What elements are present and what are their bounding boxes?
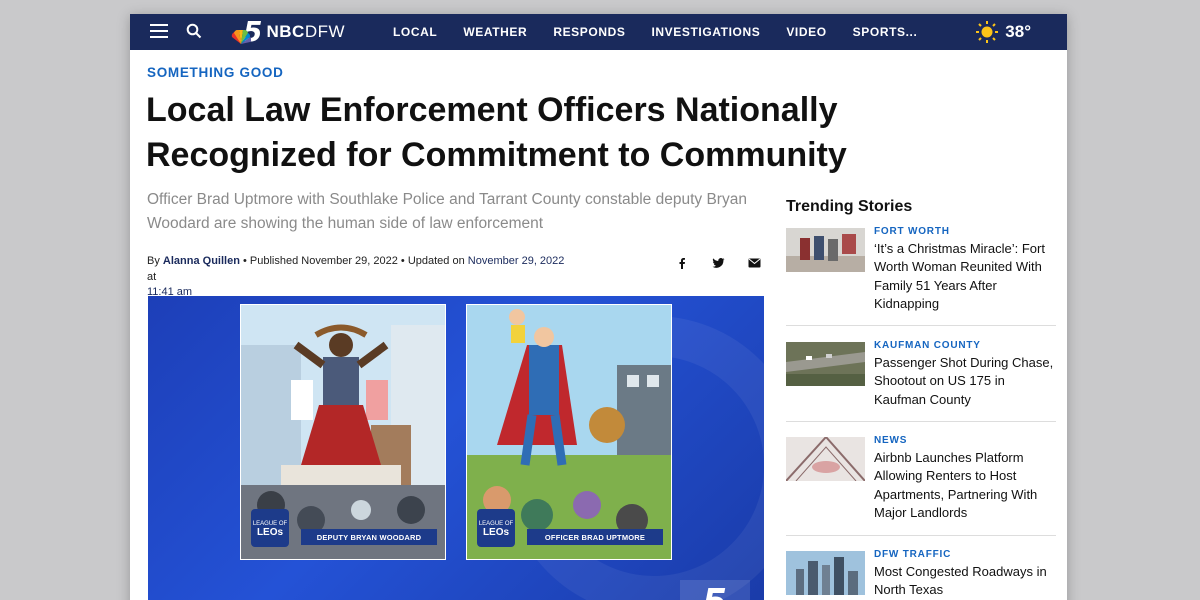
nbc5-watermark-icon: 5 xyxy=(680,580,750,600)
story-thumbnail[interactable] xyxy=(786,342,865,386)
story-thumbnail[interactable] xyxy=(786,228,865,272)
story-thumbnail[interactable] xyxy=(786,551,865,595)
article-dek: Officer Brad Uptmore with Southlake Poli… xyxy=(147,191,747,232)
hero-image[interactable]: LEAGUE OF LEOs DEPUTY BRYAN WOODARD LEAG… xyxy=(148,296,764,600)
peacock-icon xyxy=(231,30,251,44)
card-label-woodard: DEPUTY BRYAN WOODARD xyxy=(301,529,437,545)
twitter-icon xyxy=(712,258,724,268)
story-title[interactable]: ‘It’s a Christmas Miracle’: Fort Worth W… xyxy=(874,240,1058,313)
email-icon xyxy=(748,258,760,268)
league-of-leos-badge: LEAGUE OF LEOs xyxy=(251,509,289,547)
updated-date: November 29, 2022 xyxy=(467,255,565,267)
article-page: 5 NBCDFW LOCAL WEATHER RESPONDS INVESTIG… xyxy=(130,14,1067,600)
sun-icon xyxy=(976,21,999,43)
story-category[interactable]: NEWS xyxy=(874,435,907,446)
temperature: 38° xyxy=(1005,22,1031,41)
facebook-icon xyxy=(679,258,685,269)
share-facebook-button[interactable] xyxy=(671,252,693,274)
nav-link-responds[interactable]: RESPONDS xyxy=(553,25,625,39)
nav-link-sports[interactable]: SPORTS... xyxy=(853,25,918,39)
byline: By Alanna Quillen • Published November 2… xyxy=(147,255,565,298)
story-title[interactable]: Most Congested Roadways in North Texas xyxy=(874,563,1058,600)
story-category[interactable]: FORT WORTH xyxy=(874,226,950,237)
top-nav: 5 NBCDFW LOCAL WEATHER RESPONDS INVESTIG… xyxy=(130,14,1067,50)
trending-heading: Trending Stories xyxy=(786,198,913,215)
svg-text:5: 5 xyxy=(702,582,727,600)
weather-widget[interactable]: 38° xyxy=(975,19,1031,45)
story-title[interactable]: Passenger Shot During Chase, Shootout on… xyxy=(874,354,1058,409)
logo-brand: NBCDFW xyxy=(266,22,346,41)
nav-link-weather[interactable]: WEATHER xyxy=(463,25,527,39)
hero-card-uptmore: LEAGUE OF LEOs OFFICER BRAD UPTMORE xyxy=(466,304,672,560)
hero-card-woodard: LEAGUE OF LEOs DEPUTY BRYAN WOODARD xyxy=(240,304,446,560)
article-headline: Local Law Enforcement Officers Nationall… xyxy=(146,91,847,174)
article-kicker[interactable]: SOMETHING GOOD xyxy=(147,65,284,80)
nav-link-video[interactable]: VIDEO xyxy=(786,25,826,39)
league-of-leos-badge: LEAGUE OF LEOs xyxy=(477,509,515,547)
search-icon[interactable] xyxy=(186,23,202,39)
hamburger-menu-icon[interactable] xyxy=(150,24,168,40)
story-category[interactable]: KAUFMAN COUNTY xyxy=(874,340,981,351)
nav-link-local[interactable]: LOCAL xyxy=(393,25,437,39)
story-thumbnail[interactable] xyxy=(786,437,865,481)
share-email-button[interactable] xyxy=(743,252,765,274)
author-link[interactable]: Alanna Quillen xyxy=(163,255,240,267)
nav-link-investigations[interactable]: INVESTIGATIONS xyxy=(651,25,760,39)
card-label-uptmore: OFFICER BRAD UPTMORE xyxy=(527,529,663,545)
nbcdfw-logo[interactable]: 5 NBCDFW xyxy=(231,17,366,47)
story-title[interactable]: Airbnb Launches Platform Allowing Renter… xyxy=(874,449,1058,522)
nav-links: LOCAL WEATHER RESPONDS INVESTIGATIONS VI… xyxy=(393,14,943,50)
share-twitter-button[interactable] xyxy=(707,252,729,274)
story-category[interactable]: DFW TRAFFIC xyxy=(874,549,951,560)
